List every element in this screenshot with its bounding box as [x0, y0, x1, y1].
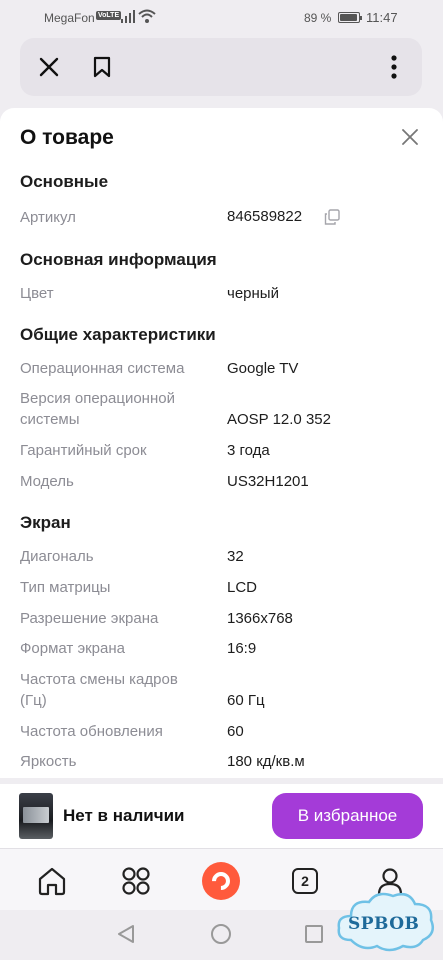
color-label: Цвет	[20, 285, 54, 302]
battery-icon	[338, 12, 362, 23]
open-tabs-button[interactable]: 2	[285, 861, 325, 901]
product-thumbnail[interactable]	[19, 793, 53, 839]
home-tab[interactable]	[32, 861, 72, 901]
close-icon	[402, 129, 418, 145]
add-to-favorites-button[interactable]: В избранное	[272, 793, 423, 839]
resolution-label: Разрешение экрана	[20, 610, 159, 627]
home-nav-icon[interactable]	[211, 924, 231, 944]
framerate-label-line2: (Гц)	[20, 692, 47, 709]
section-title-basic-info: Основная информация	[20, 250, 217, 269]
services-tab[interactable]	[116, 861, 156, 901]
model-value: US32H1201	[227, 473, 309, 490]
tabs-count: 2	[292, 868, 318, 894]
status-bar: MegaFon VoLTE 89 % 11:47	[0, 0, 443, 34]
color-value: черный	[227, 285, 279, 302]
os-version-label-line1: Версия операционной	[20, 390, 175, 407]
close-icon	[39, 57, 59, 77]
product-details-sheet: О товаре Основные Артикул 846589822 Осно…	[0, 108, 443, 778]
brightness-value: 180 кд/кв.м	[227, 753, 305, 770]
signal-icon	[121, 10, 135, 23]
browser-toolbar	[20, 38, 422, 96]
watermark-text: SPBOB	[348, 914, 420, 934]
matrix-label: Тип матрицы	[20, 579, 111, 596]
os-value: Google TV	[227, 360, 299, 377]
format-label: Формат экрана	[20, 640, 125, 657]
model-label: Модель	[20, 473, 74, 490]
sheet-title: О товаре	[20, 126, 114, 149]
copy-icon[interactable]	[324, 209, 340, 225]
grid-circles-icon	[122, 867, 150, 895]
alice-icon	[202, 862, 240, 900]
refresh-label: Частота обновления	[20, 723, 163, 740]
more-vertical-icon	[391, 55, 397, 79]
section-title-general: Общие характеристики	[20, 325, 216, 344]
purchase-bar: Нет в наличии В избранное	[0, 784, 443, 848]
battery-percent: 89 %	[304, 11, 332, 25]
format-value: 16:9	[227, 640, 257, 657]
alice-assistant-tab[interactable]	[201, 861, 241, 901]
clock: 11:47	[366, 10, 398, 25]
warranty-value: 3 года	[227, 442, 270, 459]
close-tab-button[interactable]	[33, 51, 65, 83]
os-version-label-line2: системы	[20, 411, 80, 428]
article-label: Артикул	[20, 209, 76, 226]
wifi-icon	[138, 9, 156, 23]
os-version-value: AOSP 12.0 352	[227, 411, 331, 428]
section-title-screen: Экран	[20, 513, 71, 532]
home-icon	[38, 867, 66, 896]
framerate-label-line1: Частота смены кадров	[20, 671, 178, 688]
recent-apps-icon[interactable]	[305, 925, 323, 943]
refresh-value: 60	[227, 723, 244, 740]
bookmark-button[interactable]	[86, 51, 118, 83]
stock-status: Нет в наличии	[63, 806, 185, 825]
back-icon[interactable]	[117, 924, 135, 944]
carrier-name: MegaFon	[44, 11, 95, 25]
warranty-label: Гарантийный срок	[20, 442, 147, 459]
os-label: Операционная система	[20, 360, 185, 377]
section-title-main: Основные	[20, 172, 109, 191]
sheet-close-button[interactable]	[398, 125, 422, 149]
diagonal-label: Диагональ	[20, 548, 94, 565]
volte-badge: VoLTE	[96, 11, 122, 20]
framerate-value: 60 Гц	[227, 692, 265, 709]
resolution-value: 1366x768	[227, 610, 293, 627]
matrix-value: LCD	[227, 579, 258, 596]
diagonal-value: 32	[227, 548, 244, 565]
bookmark-icon	[93, 56, 111, 78]
brightness-label: Яркость	[20, 753, 77, 770]
more-menu-button[interactable]	[378, 51, 410, 83]
article-value: 846589822	[227, 208, 303, 225]
